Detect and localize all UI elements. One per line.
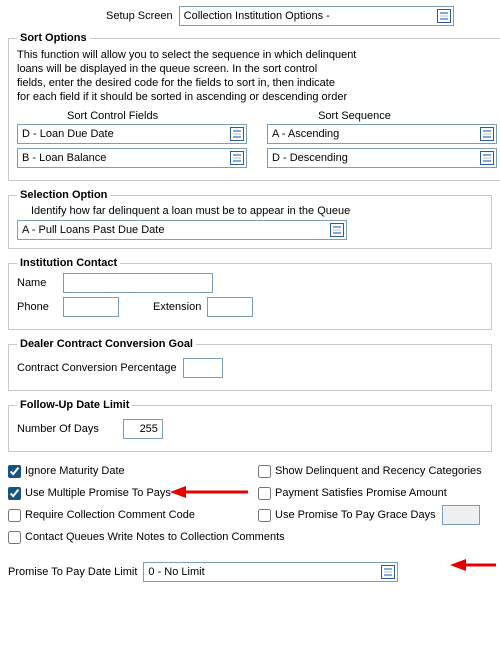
ptp-limit-dropdown[interactable] bbox=[143, 562, 398, 582]
dropdown-icon[interactable] bbox=[379, 563, 397, 581]
dealer-goal-legend: Dealer Contract Conversion Goal bbox=[17, 338, 196, 350]
ignore-maturity-box[interactable] bbox=[8, 465, 21, 478]
name-input[interactable] bbox=[63, 273, 213, 293]
dropdown-icon[interactable] bbox=[435, 7, 453, 25]
selection-dropdown[interactable] bbox=[17, 220, 347, 240]
multi-ptp-label: Use Multiple Promise To Pays bbox=[25, 487, 171, 499]
setup-screen-dropdown[interactable] bbox=[179, 6, 454, 26]
sort-field-2-value[interactable] bbox=[18, 149, 228, 167]
phone-input[interactable] bbox=[63, 297, 119, 317]
require-comment-code-label: Require Collection Comment Code bbox=[25, 509, 195, 521]
selection-option-group: Selection Option Identify how far delinq… bbox=[8, 189, 492, 249]
show-delinquent-recency-label: Show Delinquent and Recency Categories bbox=[275, 465, 482, 477]
require-comment-code-checkbox[interactable]: Require Collection Comment Code bbox=[8, 509, 195, 522]
use-ptp-grace-box[interactable] bbox=[258, 509, 271, 522]
setup-screen-value[interactable] bbox=[180, 7, 435, 25]
multi-ptp-box[interactable] bbox=[8, 487, 21, 500]
options-section: Ignore Maturity Date Show Delinquent and… bbox=[8, 460, 492, 548]
sort-seq-1-value[interactable] bbox=[268, 125, 478, 143]
payment-satisfies-box[interactable] bbox=[258, 487, 271, 500]
institution-contact-group: Institution Contact Name Phone Extension bbox=[8, 257, 492, 330]
dropdown-icon[interactable] bbox=[228, 149, 246, 167]
contact-queues-box[interactable] bbox=[8, 531, 21, 544]
sort-field-1-dropdown[interactable] bbox=[17, 124, 247, 144]
payment-satisfies-checkbox[interactable]: Payment Satisfies Promise Amount bbox=[258, 487, 447, 500]
conversion-pct-input[interactable] bbox=[183, 358, 223, 378]
dropdown-icon[interactable] bbox=[478, 125, 496, 143]
use-ptp-grace-checkbox[interactable]: Use Promise To Pay Grace Days bbox=[258, 509, 436, 522]
selection-option-legend: Selection Option bbox=[17, 189, 110, 201]
sort-options-legend: Sort Options bbox=[17, 32, 90, 44]
phone-label: Phone bbox=[17, 301, 57, 313]
ptp-limit-label: Promise To Pay Date Limit bbox=[8, 566, 137, 578]
require-comment-code-box[interactable] bbox=[8, 509, 21, 522]
setup-screen-label: Setup Screen bbox=[106, 10, 173, 22]
followup-days-input[interactable] bbox=[123, 419, 163, 439]
dropdown-icon[interactable] bbox=[478, 149, 496, 167]
followup-legend: Follow-Up Date Limit bbox=[17, 399, 132, 411]
ignore-maturity-label: Ignore Maturity Date bbox=[25, 465, 125, 477]
dropdown-icon[interactable] bbox=[328, 221, 346, 239]
payment-satisfies-label: Payment Satisfies Promise Amount bbox=[275, 487, 447, 499]
name-label: Name bbox=[17, 277, 57, 289]
contact-queues-label: Contact Queues Write Notes to Collection… bbox=[25, 531, 285, 543]
dropdown-icon[interactable] bbox=[228, 125, 246, 143]
sort-field-2-dropdown[interactable] bbox=[17, 148, 247, 168]
contact-queues-checkbox[interactable]: Contact Queues Write Notes to Collection… bbox=[8, 531, 285, 544]
sort-control-header: Sort Control Fields bbox=[67, 110, 158, 122]
sort-field-1-value[interactable] bbox=[18, 125, 228, 143]
show-delinquent-recency-box[interactable] bbox=[258, 465, 271, 478]
sort-options-help: This function will allow you to select t… bbox=[17, 48, 497, 104]
ptp-limit-value[interactable] bbox=[144, 563, 379, 581]
extension-input[interactable] bbox=[207, 297, 253, 317]
conversion-pct-label: Contract Conversion Percentage bbox=[17, 362, 177, 374]
extension-label: Extension bbox=[153, 301, 201, 313]
show-delinquent-recency-checkbox[interactable]: Show Delinquent and Recency Categories bbox=[258, 465, 482, 478]
selection-value[interactable] bbox=[18, 221, 328, 239]
followup-group: Follow-Up Date Limit Number Of Days bbox=[8, 399, 492, 452]
use-ptp-grace-label: Use Promise To Pay Grace Days bbox=[275, 509, 436, 521]
multi-ptp-checkbox[interactable]: Use Multiple Promise To Pays bbox=[8, 487, 171, 500]
sort-seq-2-dropdown[interactable] bbox=[267, 148, 497, 168]
dealer-goal-group: Dealer Contract Conversion Goal Contract… bbox=[8, 338, 492, 391]
sort-seq-2-value[interactable] bbox=[268, 149, 478, 167]
sort-options-group: Sort Options This function will allow yo… bbox=[8, 32, 500, 181]
selection-help: Identify how far delinquent a loan must … bbox=[31, 205, 483, 217]
ptp-grace-days-input bbox=[442, 505, 480, 525]
ignore-maturity-checkbox[interactable]: Ignore Maturity Date bbox=[8, 465, 125, 478]
followup-days-label: Number Of Days bbox=[17, 423, 99, 435]
sort-sequence-header: Sort Sequence bbox=[318, 110, 391, 122]
sort-seq-1-dropdown[interactable] bbox=[267, 124, 497, 144]
institution-contact-legend: Institution Contact bbox=[17, 257, 120, 269]
